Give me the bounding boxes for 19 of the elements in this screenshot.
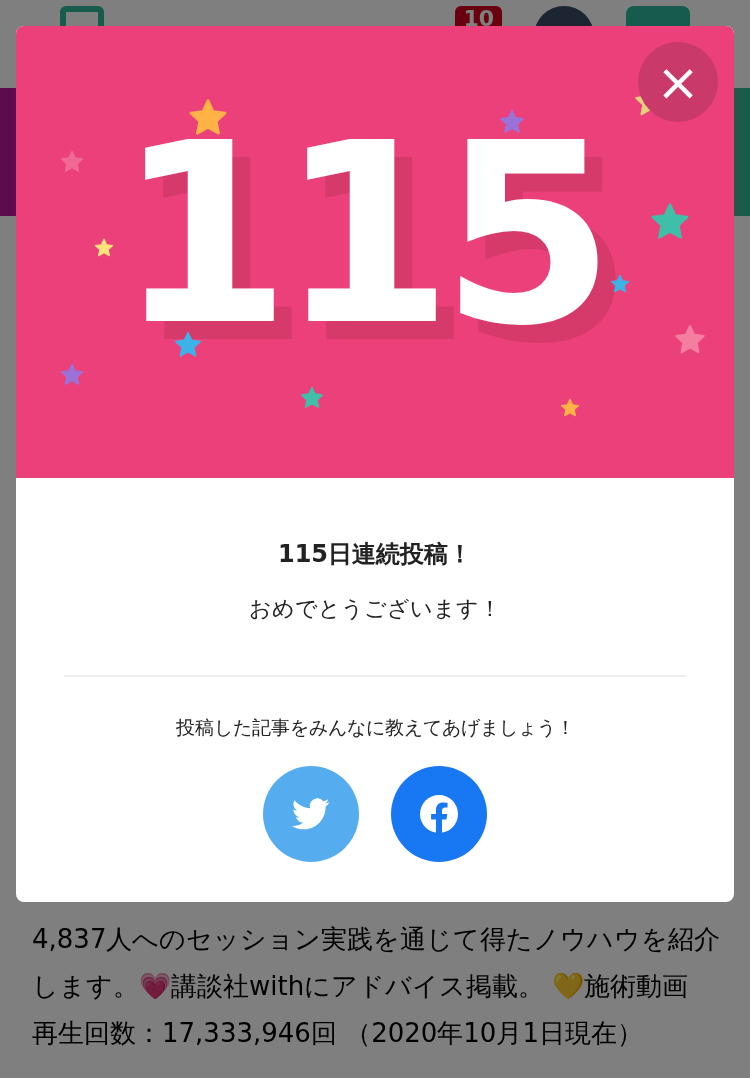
star-icon bbox=[674, 324, 706, 356]
profile-text: 4,837人へのセッション実践を通じて得たノウハウを紹介 bbox=[32, 923, 718, 956]
star-icon bbox=[60, 150, 84, 174]
profile-text: 再生回数：17,333,946回 （2020年10月1日現在） bbox=[32, 1017, 644, 1050]
streak-title: 115日連続投稿！ bbox=[277, 539, 473, 570]
star-icon bbox=[560, 398, 580, 418]
congrats-text: おめでとうございます！ bbox=[249, 595, 501, 623]
star-icon bbox=[650, 202, 690, 242]
facebook-icon bbox=[420, 794, 458, 833]
star-icon bbox=[174, 331, 202, 359]
profile-text: します。💗講談社withにアドバイス掲載。 💛施術動画 bbox=[32, 970, 690, 1003]
star-icon bbox=[300, 386, 324, 410]
star-icon bbox=[94, 238, 114, 258]
star-icon bbox=[499, 109, 525, 135]
star-icon bbox=[610, 274, 630, 294]
share-prompt: 投稿した記事をみんなに教えてあげましょう！ bbox=[175, 715, 575, 740]
star-icon bbox=[60, 363, 84, 387]
close-button[interactable]: × bbox=[638, 42, 718, 122]
star-icon bbox=[188, 98, 228, 138]
